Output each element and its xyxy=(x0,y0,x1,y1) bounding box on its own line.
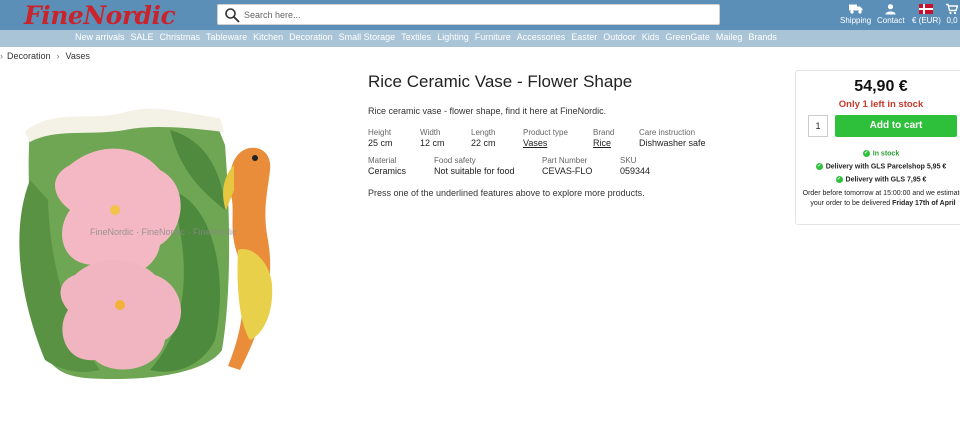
contact-link[interactable]: Contact xyxy=(877,3,905,25)
nav-item-accessories[interactable]: Accessories xyxy=(517,32,566,42)
spec-width: Width 12 cm xyxy=(420,128,445,148)
cart-icon xyxy=(946,3,958,15)
cart-total: 0,0 xyxy=(946,16,958,25)
nav-item-tableware[interactable]: Tableware xyxy=(206,32,247,42)
svg-text:FineNordic · FineNordic · Fine: FineNordic · FineNordic · FineNordic xyxy=(90,227,237,237)
product-info: Rice Ceramic Vase - Flower Shape Rice ce… xyxy=(368,72,778,198)
flag-dk-icon xyxy=(919,4,934,14)
product-image[interactable]: FineNordic · FineNordic · FineNordic xyxy=(0,70,300,390)
delivery-date: Friday 17th of April xyxy=(892,200,956,207)
search-icon[interactable] xyxy=(224,7,240,23)
nav-item-new-arrivals[interactable]: New arrivals xyxy=(75,32,125,42)
nav-item-decoration[interactable]: Decoration xyxy=(289,32,333,42)
user-icon xyxy=(885,4,896,15)
delivery-option-parcelshop: ✓ Delivery with GLS Parcelshop 5,95 € xyxy=(815,163,947,171)
spec-length: Length 22 cm xyxy=(471,128,496,148)
currency-selector[interactable]: € (EUR) xyxy=(912,3,941,25)
nav-item-maileg[interactable]: Maileg xyxy=(716,32,743,42)
contact-label: Contact xyxy=(877,16,905,25)
currency-label: € (EUR) xyxy=(912,16,941,25)
feature-hint: Press one of the underlined features abo… xyxy=(368,188,645,198)
price: 54,90 € xyxy=(854,78,908,95)
nav-item-greengate[interactable]: GreenGate xyxy=(665,32,710,42)
spec-row-2: Material Ceramics Food safety Not suitable… xyxy=(368,156,778,176)
chevron-right-icon: › xyxy=(0,51,3,61)
breadcrumb-item-decoration[interactable]: Decoration xyxy=(7,51,51,61)
nav-item-kitchen[interactable]: Kitchen xyxy=(253,32,283,42)
nav-item-sale[interactable]: SALE xyxy=(131,32,154,42)
top-header: FineNordic Shipping Contact € (EUR) xyxy=(0,0,960,30)
check-icon: ✓ xyxy=(835,176,843,183)
nav-item-brands[interactable]: Brands xyxy=(748,32,777,42)
spec-food-safety: Food safety Not suitable for food xyxy=(434,156,515,176)
delivery-estimate: Order before tomorrow at 15:00:00 and we… xyxy=(802,190,960,207)
search-bar[interactable] xyxy=(217,4,720,25)
logo[interactable]: FineNordic xyxy=(24,1,176,30)
check-icon: ✓ xyxy=(815,163,823,170)
nav-item-furniture[interactable]: Furniture xyxy=(475,32,511,42)
stock-note: Only 1 left in stock xyxy=(838,99,924,110)
breadcrumb: › Decoration › Vases xyxy=(0,51,90,61)
spec-care: Care instruction Dishwasher safe xyxy=(639,128,706,148)
add-to-cart-button[interactable]: Add to cart xyxy=(835,115,957,137)
buy-box: 54,90 € Only 1 left in stock 1 Add to ca… xyxy=(795,70,960,225)
nav-item-kids[interactable]: Kids xyxy=(642,32,660,42)
spec-sku: SKU 059344 xyxy=(620,156,651,176)
nav-item-lighting[interactable]: Lighting xyxy=(437,32,469,42)
nav-item-textiles[interactable]: Textiles xyxy=(401,32,431,42)
product-description: Rice ceramic vase - flower shape, find i… xyxy=(368,106,607,116)
shipping-label: Shipping xyxy=(840,16,872,25)
nav-item-easter[interactable]: Easter xyxy=(571,32,597,42)
spec-product-type: Product type Vases xyxy=(523,128,593,148)
nav-list: New arrivals SALE Christmas Tableware Kitche… xyxy=(75,32,783,42)
nav-item-small-storage[interactable]: Small Storage xyxy=(339,32,396,42)
spec-brand: Brand Rice xyxy=(593,128,639,148)
chevron-right-icon: › xyxy=(56,51,60,61)
search-input[interactable] xyxy=(244,7,704,22)
brand-link[interactable]: Rice xyxy=(593,138,639,148)
check-icon: ✓ xyxy=(862,150,870,157)
spec-part-number: Part Number CEVAS-FLO xyxy=(542,156,593,176)
in-stock-status: ✓ In stock xyxy=(862,150,900,158)
nav-item-outdoor[interactable]: Outdoor xyxy=(603,32,636,42)
spec-row-1: Height 25 cm Width 12 cm Length 22 cm Produ… xyxy=(368,128,778,148)
cart-link[interactable]: 0,0 xyxy=(946,3,958,25)
quantity-input[interactable]: 1 xyxy=(808,115,828,137)
product-title: Rice Ceramic Vase - Flower Shape xyxy=(368,72,633,91)
nav-item-christmas[interactable]: Christmas xyxy=(160,32,201,42)
category-nav: New arrivals SALE Christmas Tableware Kitche… xyxy=(0,30,960,47)
delivery-option-gls: ✓ Delivery with GLS 7,95 € xyxy=(835,176,927,184)
spec-height: Height 25 cm xyxy=(368,128,393,148)
spec-material: Material Ceramics xyxy=(368,156,407,176)
truck-icon xyxy=(848,4,863,14)
breadcrumb-item-vases[interactable]: Vases xyxy=(66,51,90,61)
shipping-link[interactable]: Shipping xyxy=(840,3,871,25)
product-type-link[interactable]: Vases xyxy=(523,138,593,148)
